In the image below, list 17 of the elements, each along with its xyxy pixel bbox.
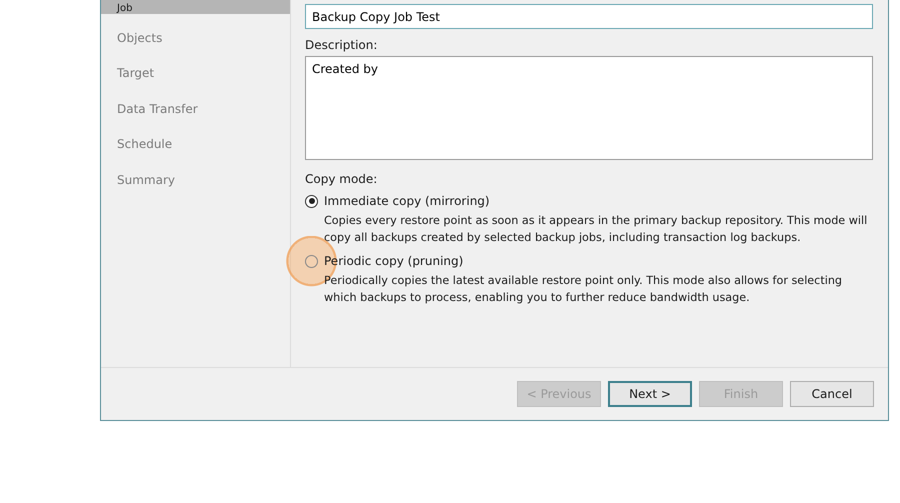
description-field[interactable]: Created by [305, 56, 873, 160]
sidebar-item[interactable]: Target [101, 56, 290, 91]
radio-button[interactable] [305, 194, 318, 208]
sidebar-item[interactable]: Summary [101, 162, 290, 198]
sidebar-item[interactable]: Schedule [101, 126, 290, 162]
name-field[interactable]: Backup Copy Job Test [305, 4, 873, 29]
copy-mode-label: Copy mode: [305, 172, 378, 186]
sidebar-item[interactable]: Objects [101, 20, 290, 56]
sidebar-item[interactable]: Job [101, 0, 290, 14]
wizard-button[interactable]: Next > [608, 381, 692, 407]
radio-button[interactable] [305, 254, 318, 268]
sidebar-item[interactable]: Data Transfer [101, 91, 290, 126]
wizard-button[interactable]: Cancel [790, 381, 874, 407]
description-label: Description: [305, 38, 378, 52]
radio-label[interactable]: Immediate copy (mirroring) [324, 194, 490, 208]
option-description: Copies every restore point as soon as it appears in the primary backup repository. This mode will copy all backups created by selected backup jobs, including transaction log backups. [323, 213, 868, 246]
option-description: Periodically copies the latest available restore point only. This mode also allows for selecting which backups to process, enabling you to further reduce bandwidth usage. [323, 273, 844, 306]
